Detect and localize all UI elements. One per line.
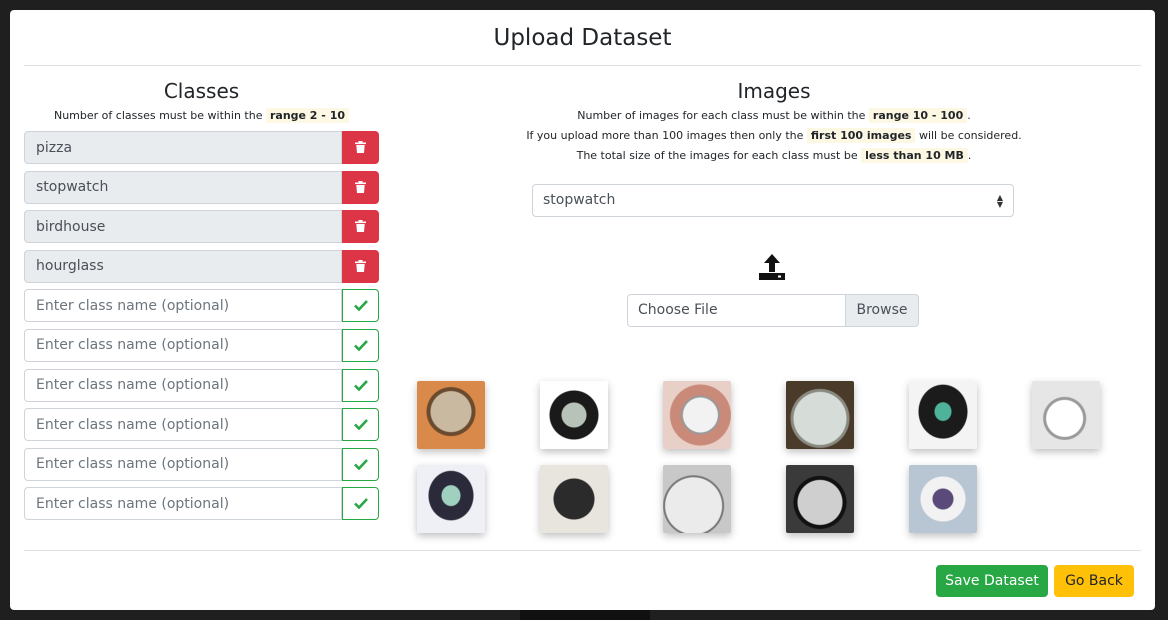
note-text: The total size of the images for each cl… [576,149,858,162]
confirm-class-button[interactable] [342,408,379,442]
image-thumbnail[interactable] [663,465,731,533]
class-name-input[interactable] [24,487,342,521]
class-select-value: stopwatch [543,192,616,208]
class-row [24,289,379,323]
check-icon [353,376,368,395]
classes-panel: Classes Number of classes must be within… [24,76,379,527]
file-input-label[interactable]: Choose File [627,294,845,327]
class-name-input[interactable] [24,210,342,244]
class-row [24,249,379,283]
confirm-class-button[interactable] [342,328,379,362]
class-row [24,170,379,204]
browse-button[interactable]: Browse [845,294,919,327]
trash-icon [355,257,366,276]
image-thumbnail[interactable] [417,381,485,449]
check-icon [353,494,368,513]
note-text: Number of images for each class must be … [577,109,866,122]
confirm-class-button[interactable] [342,368,379,402]
classes-note: Number of classes must be within the ran… [24,106,379,126]
confirm-class-button[interactable] [342,487,379,521]
image-thumbnail[interactable] [540,381,608,449]
modal-footer: Save Dataset Go Back [24,550,1141,610]
class-row [24,447,379,481]
image-thumbnail[interactable] [909,465,977,533]
image-thumbnail[interactable] [786,465,854,533]
backdrop [520,610,650,620]
class-name-input[interactable] [24,289,342,323]
go-back-button[interactable]: Go Back [1054,565,1134,597]
class-row [24,328,379,362]
trash-icon [355,178,366,197]
check-icon [353,336,368,355]
note-text: . [967,149,972,162]
image-thumbnail[interactable] [909,381,977,449]
class-name-input[interactable] [24,170,342,204]
image-thumbnail[interactable] [786,381,854,449]
class-row [24,487,379,521]
class-name-input[interactable] [24,249,342,283]
class-name-input[interactable] [24,131,342,164]
class-select[interactable]: stopwatch ▲ ▼ [532,184,1014,217]
confirm-class-button[interactable] [342,289,379,323]
trash-icon [355,138,366,157]
class-list [24,131,379,521]
size-limit-highlight: less than 10 MB [861,148,968,163]
image-thumbnail[interactable] [663,381,731,449]
upload-icon[interactable] [757,252,787,282]
images-header: Images Number of images for each class m… [410,76,1138,166]
class-row [24,210,379,244]
class-name-input[interactable] [24,447,342,481]
first-100-highlight: first 100 images [806,128,916,143]
class-row [24,131,379,164]
save-dataset-button[interactable]: Save Dataset [936,565,1048,597]
check-icon [353,296,368,315]
images-note-line1: Number of images for each class must be … [410,106,1138,126]
class-row [24,368,379,402]
class-name-input[interactable] [24,408,342,442]
delete-class-button[interactable] [342,210,379,244]
note-text: If you upload more than 100 images then … [526,129,804,142]
images-title: Images [737,79,811,103]
select-arrows-icon: ▲ ▼ [996,193,1003,209]
classes-title: Classes [163,79,240,103]
note-text: will be considered. [918,129,1022,142]
file-input[interactable]: Choose File Browse [627,294,919,327]
trash-icon [355,217,366,236]
class-name-input[interactable] [24,368,342,402]
modal-title: Upload Dataset [493,25,672,51]
classes-note-text: Number of classes must be within the [53,109,263,122]
note-text: . [967,109,971,122]
upload-dataset-modal: Upload Dataset Classes Number of classes… [10,10,1155,610]
delete-class-button[interactable] [342,170,379,204]
classes-range-highlight: range 2 - 10 [265,108,349,123]
images-range-highlight: range 10 - 100 [868,108,968,123]
images-note-line2: If you upload more than 100 images then … [410,126,1138,146]
confirm-class-button[interactable] [342,447,379,481]
class-select-box[interactable]: stopwatch ▲ ▼ [532,184,1014,217]
delete-class-button[interactable] [342,249,379,283]
modal-header: Upload Dataset [24,10,1141,66]
class-name-input[interactable] [24,328,342,362]
check-icon [353,415,368,434]
delete-class-button[interactable] [342,131,379,164]
image-thumbnail[interactable] [540,465,608,533]
image-thumbnail[interactable] [417,465,485,533]
images-note-line3: The total size of the images for each cl… [410,146,1138,166]
class-row [24,408,379,442]
image-thumbnail[interactable] [1032,381,1100,449]
check-icon [353,455,368,474]
